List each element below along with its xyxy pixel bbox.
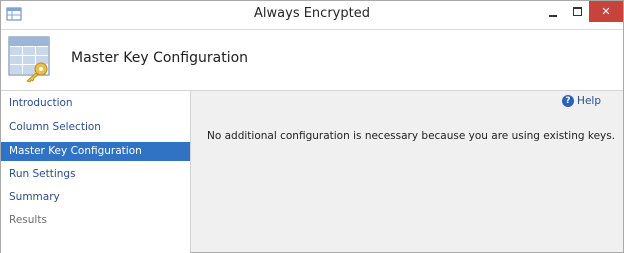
close-button[interactable]: ✕ — [589, 1, 623, 22]
content-panel: ? Help No additional configuration is ne… — [190, 90, 623, 252]
nav-item-summary[interactable]: Summary — [1, 188, 190, 207]
help-label: Help — [577, 95, 601, 107]
wizard-nav: Introduction Column Selection Master Key… — [1, 90, 190, 253]
maximize-button[interactable] — [565, 1, 589, 22]
table-key-icon — [8, 36, 50, 83]
nav-item-introduction[interactable]: Introduction — [1, 94, 190, 113]
nav-item-column-selection[interactable]: Column Selection — [1, 118, 190, 137]
info-message: No additional configuration is necessary… — [207, 130, 616, 142]
nav-item-master-key-configuration[interactable]: Master Key Configuration — [1, 142, 190, 161]
help-icon: ? — [562, 95, 575, 107]
minimize-button[interactable] — [541, 1, 565, 22]
page-title: Master Key Configuration — [71, 50, 249, 66]
wizard-window: Always Encrypted ✕ Master Key Configurat… — [0, 0, 624, 253]
maximize-icon — [572, 7, 582, 16]
title-bar: Always Encrypted ✕ — [1, 1, 623, 29]
nav-item-run-settings[interactable]: Run Settings — [1, 165, 190, 184]
nav-item-results: Results — [9, 214, 47, 226]
close-icon: ✕ — [601, 5, 611, 18]
minimize-icon — [549, 14, 557, 17]
window-title: Always Encrypted — [254, 6, 370, 21]
help-link[interactable]: ? Help — [562, 95, 601, 107]
page-header: Master Key Configuration — [1, 29, 623, 90]
